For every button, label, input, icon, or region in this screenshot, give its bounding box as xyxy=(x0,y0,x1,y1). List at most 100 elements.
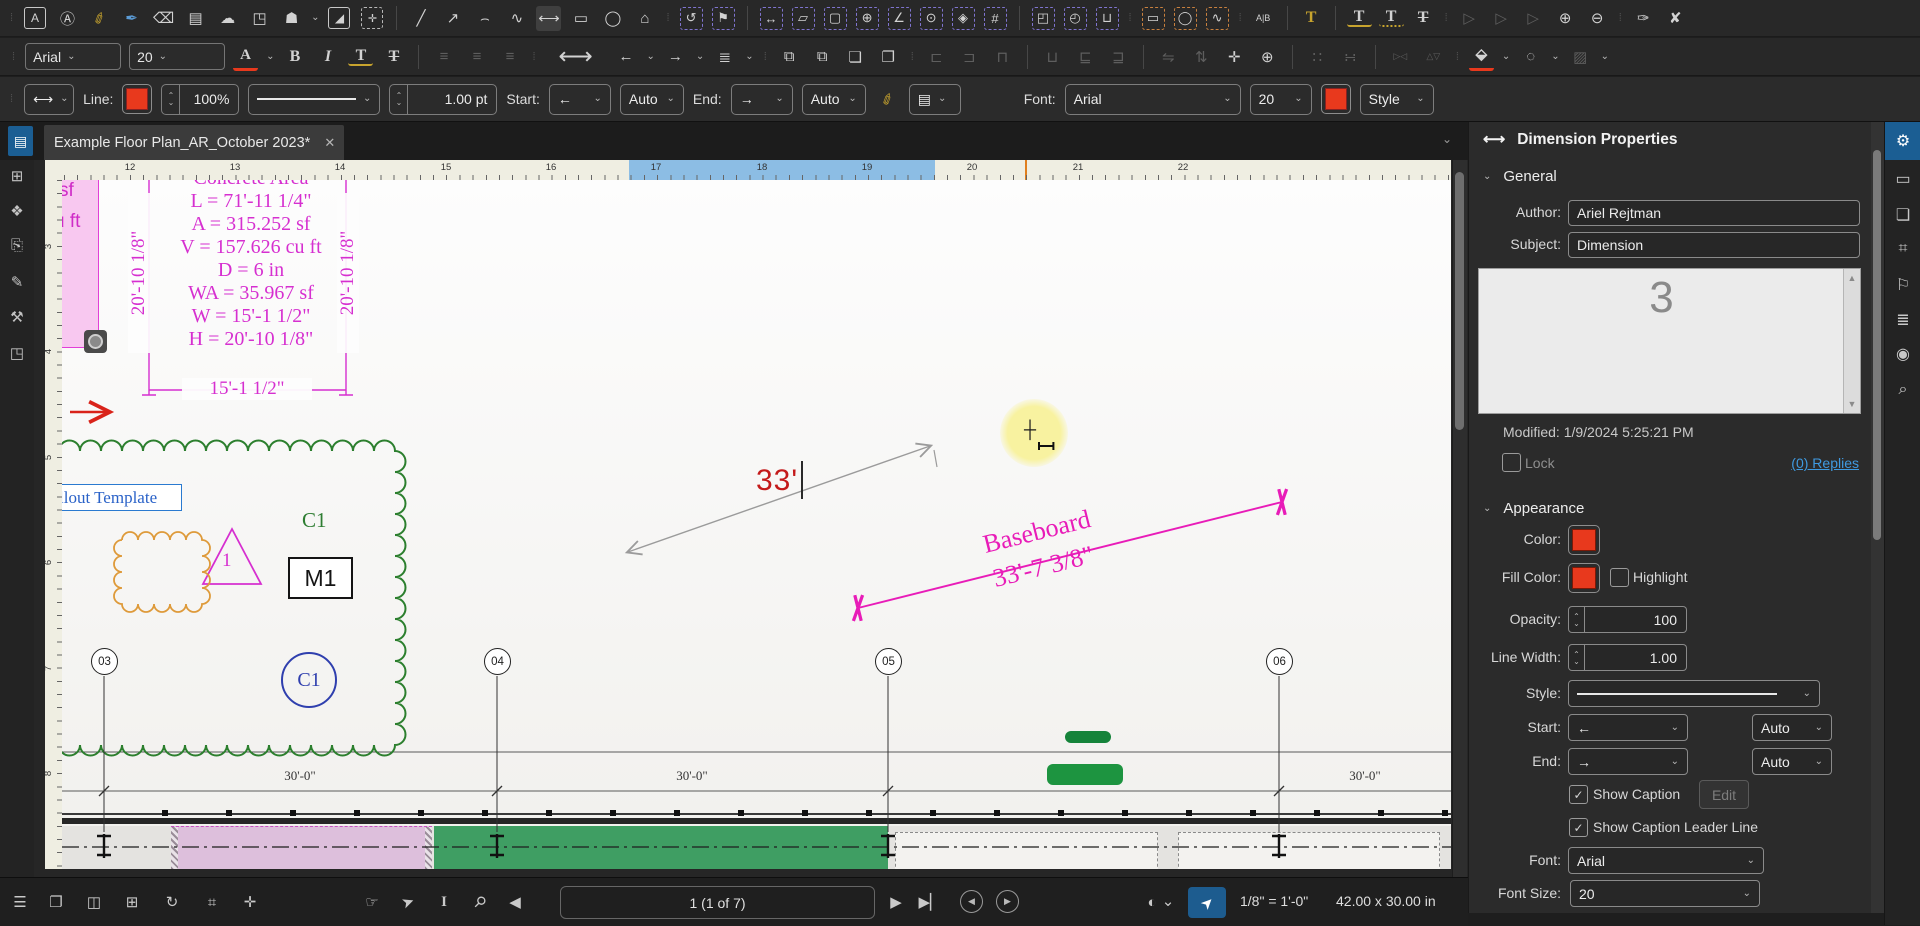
end-auto-dropdown[interactable]: Auto ⌄ xyxy=(801,83,866,115)
line-width-field[interactable]: 1.00 xyxy=(1585,644,1687,671)
underline-button[interactable]: T xyxy=(348,47,374,66)
zoom-out-tool-icon[interactable]: ⊖ xyxy=(1585,6,1610,31)
c1-circle-tag[interactable]: C1 xyxy=(281,652,337,708)
font-color-button[interactable]: A xyxy=(233,43,259,71)
scroll-down-icon[interactable]: ▼ xyxy=(1844,399,1860,409)
volume-measure-icon[interactable]: ◈ xyxy=(951,6,975,30)
general-section-header[interactable]: ⌄ General xyxy=(1483,168,1557,185)
squiggly-text-tool-icon[interactable]: T xyxy=(1378,9,1404,27)
group-button[interactable]: ⧉ xyxy=(777,44,802,69)
text-select-tool-icon[interactable]: I xyxy=(432,890,456,914)
places-panel-icon[interactable]: ◉ xyxy=(1885,337,1920,371)
font-size-dropdown[interactable]: 20 ⌄ xyxy=(1570,880,1760,907)
author-input[interactable]: Ariel Rejtman xyxy=(1568,200,1860,226)
replies-link[interactable]: (0) Replies xyxy=(1759,455,1859,471)
scroll-up-icon[interactable]: ▲ xyxy=(1844,273,1860,283)
crosshair-view-icon[interactable]: ✛ xyxy=(238,890,262,914)
tool-type-dropdown[interactable]: ⟷ ⌄ xyxy=(24,83,75,115)
ellipse-tool-icon[interactable]: ◯ xyxy=(600,6,625,31)
links-panel-icon[interactable]: ◳ xyxy=(4,340,30,366)
previous-view-icon[interactable]: ◀ xyxy=(960,890,983,913)
tab-close-icon[interactable]: ✕ xyxy=(324,135,335,151)
green-highlight[interactable] xyxy=(1065,731,1111,743)
search-panel-icon[interactable]: ⌕ xyxy=(1885,373,1920,407)
font-color-swatch[interactable] xyxy=(1320,84,1351,114)
start-arrow-dropdown[interactable]: ← ⌄ xyxy=(548,83,611,115)
end-auto-dropdown[interactable]: Auto ⌄ xyxy=(1752,748,1832,775)
start-auto-dropdown[interactable]: Auto ⌄ xyxy=(619,83,684,115)
ellipse-measure-icon[interactable]: ⊙ xyxy=(919,6,943,30)
chevron-down-icon[interactable]: ⌄ xyxy=(1162,890,1175,914)
snap-object-button[interactable]: ∺ xyxy=(1338,44,1363,69)
snap-grid-button[interactable]: ∷ xyxy=(1305,44,1330,69)
calibrate-tool-icon[interactable]: ⚑ xyxy=(711,6,735,30)
dimension-text-editing[interactable]: 33' xyxy=(756,464,798,498)
end-arrow-dropdown[interactable]: → ⌄ xyxy=(1568,748,1688,775)
layers-panel-icon[interactable]: ❖ xyxy=(4,198,30,224)
highlighter-tool-icon[interactable]: ✐ xyxy=(83,1,116,34)
end-arrow-button[interactable]: → xyxy=(663,44,688,69)
appearance-section-header[interactable]: ⌄ Appearance xyxy=(1483,500,1584,517)
diameter-measure-icon[interactable]: ⊕ xyxy=(855,6,879,30)
grid-bubble[interactable]: 04 xyxy=(484,648,511,675)
split-text-tool-icon[interactable]: A|B xyxy=(1251,6,1276,31)
align-right-button[interactable]: ≡ xyxy=(497,44,522,69)
line-type-button[interactable]: ≣ xyxy=(712,44,737,69)
font-size-combo[interactable]: 20 ⌄ xyxy=(129,43,226,70)
arc-tool-icon[interactable]: ⌢ xyxy=(472,6,497,31)
color-swatch[interactable] xyxy=(1568,525,1600,555)
cloud-tool-icon[interactable]: ☁ xyxy=(215,6,240,31)
stroke-color-button[interactable]: ◌ xyxy=(1518,44,1543,69)
insert-text-tool-icon[interactable]: T xyxy=(1299,6,1324,31)
font-family-combo[interactable]: Arial ⌄ xyxy=(25,43,122,70)
sketch-ellipse-tool-icon[interactable]: ◯ xyxy=(1173,6,1197,30)
subject-input[interactable]: Dimension xyxy=(1568,232,1860,258)
drawing-canvas[interactable]: sf u ft Concrete Area L = 71'-11 1/4" A … xyxy=(62,180,1451,869)
stamp-tool-icon[interactable]: ☗ xyxy=(279,6,304,31)
align-center-button[interactable]: ≡ xyxy=(464,44,489,69)
font-dropdown[interactable]: Arial ⌄ xyxy=(1568,847,1764,874)
caption-style-dropdown[interactable]: ▤ ⌄ xyxy=(908,83,961,115)
center-target-button[interactable]: ⊕ xyxy=(1255,44,1280,69)
viewport-arc-icon[interactable]: ◴ xyxy=(1063,6,1087,30)
pan-tool-icon[interactable]: ☞ xyxy=(360,890,384,914)
font-family-dropdown[interactable]: Arial ⌄ xyxy=(1064,83,1241,115)
embedded-media-button[interactable] xyxy=(84,330,107,353)
last-page-icon[interactable]: ▶▏ xyxy=(918,890,942,914)
preview-scrollbar[interactable]: ▲ ▼ xyxy=(1843,269,1860,413)
start-arrow-button[interactable]: ← xyxy=(614,44,639,69)
tab-list-chevron-icon[interactable]: ⌄ xyxy=(1442,133,1452,145)
fill-color-button[interactable]: ⬙ xyxy=(1468,43,1494,71)
stamp-menu-chevron-icon[interactable]: ⌄ xyxy=(311,13,319,23)
previous-page-icon[interactable]: ◀ xyxy=(503,890,527,914)
dimension-tool-icon[interactable]: ⟷ xyxy=(536,5,562,31)
area-markup-box[interactable] xyxy=(62,180,99,348)
line-width-stepper[interactable]: ⌃ ⌄ 1.00 pt xyxy=(389,83,498,115)
properties-panel-icon[interactable]: ⚙ xyxy=(1885,122,1920,160)
line-width-stepper[interactable]: ⌃ ⌄ xyxy=(1568,644,1585,671)
length-measure-icon[interactable]: ↔ xyxy=(759,6,783,30)
highlight-checkbox[interactable] xyxy=(1610,568,1629,587)
arrow-tool-icon[interactable]: ↗ xyxy=(440,6,465,31)
panel-scrollbar[interactable] xyxy=(1871,122,1884,913)
grid-view-icon[interactable]: ⊞ xyxy=(120,890,144,914)
style-dropdown[interactable]: ⌄ xyxy=(1568,680,1820,707)
grid-bubble[interactable]: 03 xyxy=(91,648,118,675)
count-measure-icon[interactable]: # xyxy=(983,6,1007,30)
split-view-icon[interactable]: ◫ xyxy=(82,890,106,914)
rectangle-tool-icon[interactable]: ▭ xyxy=(568,6,593,31)
chevron-down-icon[interactable]: ⌄ xyxy=(647,51,655,62)
vertical-scrollbar[interactable] xyxy=(1452,160,1467,877)
green-highlight[interactable] xyxy=(1047,764,1123,785)
viewport-length-icon[interactable]: ⊔ xyxy=(1095,6,1119,30)
panel-menu-icon[interactable]: ☰ xyxy=(8,890,32,914)
m1-tag-box[interactable]: M1 xyxy=(288,557,353,599)
bold-button[interactable]: B xyxy=(282,44,307,69)
italic-button[interactable]: I xyxy=(315,44,340,69)
flip-vertical-button[interactable]: △▽ xyxy=(1421,44,1446,69)
eraser-tool-icon[interactable]: ⌫ xyxy=(151,6,176,31)
chevron-down-icon[interactable]: ⌄ xyxy=(696,51,704,62)
opacity-stepper[interactable]: ⌃ ⌄ xyxy=(1568,606,1585,633)
select-subtract-icon[interactable]: ▷ xyxy=(1489,6,1514,31)
font-size-dropdown[interactable]: 20 ⌄ xyxy=(1249,83,1312,115)
